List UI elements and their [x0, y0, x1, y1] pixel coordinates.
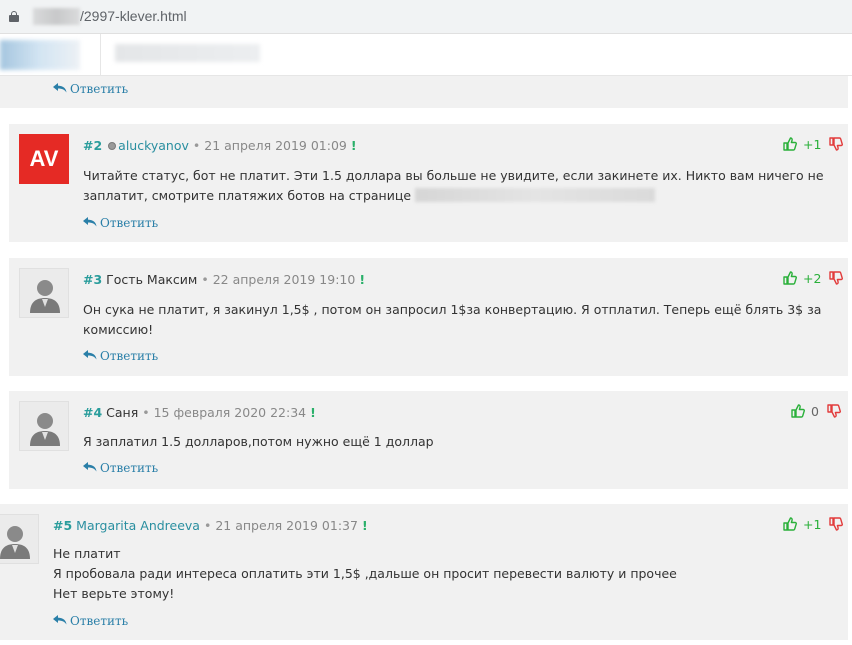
comment-meta: #4 Саня • 15 февраля 2020 22:34 !: [83, 405, 316, 420]
comment-item: #3 Гость Максим • 22 апреля 2019 19:10 !…: [9, 258, 848, 376]
redacted-link[interactable]: [415, 188, 656, 202]
browser-address-bar[interactable]: /2997-klever.html: [0, 0, 852, 34]
meta-separator: •: [201, 272, 209, 287]
vote-score: +2: [803, 271, 822, 286]
comment-number[interactable]: #3: [83, 272, 102, 287]
comment-author: Саня: [106, 405, 139, 420]
reply-arrow-icon: [83, 217, 97, 227]
comment-date: 21 апреля 2019 01:37: [215, 518, 358, 533]
site-logo-redacted[interactable]: [0, 40, 80, 70]
thumbs-down-icon[interactable]: [829, 271, 844, 285]
header-divider: [100, 34, 101, 76]
thumbs-up-icon[interactable]: [783, 271, 797, 285]
comment-date: 21 апреля 2019 01:09: [204, 138, 347, 153]
comment-votes: 0: [791, 404, 841, 419]
meta-separator: •: [203, 518, 212, 533]
user-avatar-icon[interactable]: [19, 401, 69, 451]
site-menu-redacted[interactable]: [115, 44, 260, 62]
permalink-icon[interactable]: !: [351, 138, 357, 153]
comment-date: 22 апреля 2019 19:10: [212, 272, 356, 287]
meta-separator: •: [192, 138, 201, 153]
avatar[interactable]: AV: [19, 134, 69, 184]
reply-arrow-icon: [53, 615, 67, 625]
comments-list: Ответить AV #2 aluckyanov • 21 апреля 20…: [0, 76, 852, 645]
comment-text: Я заплатил 1.5 долларов,потом нужно ещё …: [83, 434, 434, 449]
comment-votes: +1: [783, 137, 844, 152]
thumbs-up-icon[interactable]: [783, 517, 797, 531]
permalink-icon[interactable]: !: [362, 518, 368, 533]
reply-arrow-icon: [83, 350, 97, 360]
reply-link[interactable]: Ответить: [83, 216, 158, 230]
reply-link[interactable]: Ответить: [83, 349, 158, 363]
status-dot-icon: [108, 142, 117, 150]
comment-author[interactable]: Margarita Andreeva: [76, 518, 200, 533]
thumbs-down-icon[interactable]: [827, 404, 841, 418]
comment-author: Гость Максим: [106, 272, 198, 287]
lock-icon: [9, 11, 19, 22]
vote-score: +1: [803, 517, 822, 532]
site-header: [0, 34, 852, 76]
thumbs-down-icon[interactable]: [829, 517, 844, 531]
comment-item: #5 Margarita Andreeva • 21 апреля 2019 0…: [0, 504, 848, 640]
comment-number[interactable]: #2: [83, 138, 102, 153]
url-domain-redacted: [33, 8, 80, 25]
comment-number[interactable]: #5: [53, 518, 72, 533]
comment-previous: Ответить: [0, 76, 848, 108]
reply-link[interactable]: Ответить: [53, 82, 128, 96]
permalink-icon[interactable]: !: [359, 272, 365, 287]
user-avatar-icon[interactable]: [19, 268, 69, 318]
comment-author[interactable]: aluckyanov: [118, 138, 189, 153]
user-avatar-icon[interactable]: [0, 514, 39, 564]
reply-link[interactable]: Ответить: [83, 461, 158, 475]
vote-score: 0: [811, 404, 819, 419]
comment-date: 15 февраля 2020 22:34: [153, 405, 307, 420]
thumbs-up-icon[interactable]: [791, 404, 805, 418]
vote-score: +1: [803, 137, 822, 152]
comment-item: AV #2 aluckyanov • 21 апреля 2019 01:09 …: [9, 124, 848, 242]
comment-meta: #5 Margarita Andreeva • 21 апреля 2019 0…: [53, 518, 368, 533]
comment-text: Читайте статус, бот не платит. Эти 1.5 д…: [83, 168, 824, 203]
reply-link[interactable]: Ответить: [53, 614, 128, 628]
thumbs-up-icon[interactable]: [783, 137, 797, 151]
comment-votes: +2: [783, 271, 844, 286]
comment-meta: #3 Гость Максим • 22 апреля 2019 19:10 !: [83, 272, 365, 287]
url-path: /2997-klever.html: [80, 8, 187, 24]
reply-arrow-icon: [83, 462, 97, 472]
comment-votes: +1: [783, 517, 844, 532]
comment-text: Не платит Я пробовала ради интереса опла…: [53, 546, 677, 601]
comment-meta: #2 aluckyanov • 21 апреля 2019 01:09 !: [83, 138, 357, 153]
meta-separator: •: [142, 405, 150, 420]
comment-number[interactable]: #4: [83, 405, 102, 420]
permalink-icon[interactable]: !: [310, 405, 316, 420]
comment-text: Он сука не платит, я закинул 1,5$ , пото…: [83, 302, 822, 337]
reply-arrow-icon: [53, 83, 67, 93]
comment-item: #4 Саня • 15 февраля 2020 22:34 ! Я запл…: [9, 391, 848, 489]
thumbs-down-icon[interactable]: [829, 137, 844, 151]
